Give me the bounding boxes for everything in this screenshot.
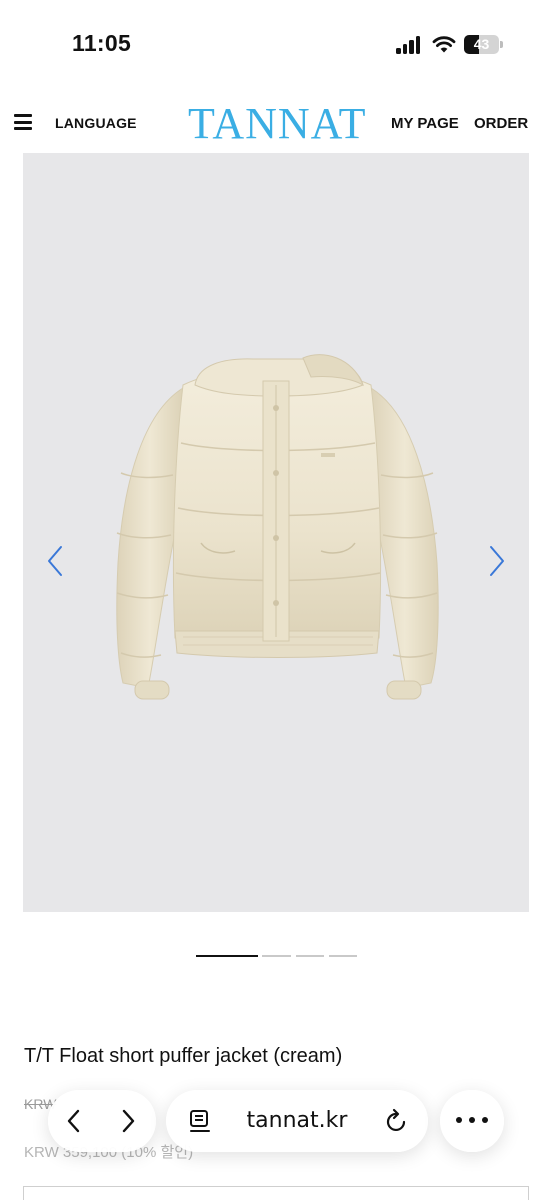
my-page-link[interactable]: MY PAGE xyxy=(391,115,459,132)
carousel-dot[interactable] xyxy=(296,955,324,957)
chevron-right-icon[interactable] xyxy=(483,543,511,579)
address-bar[interactable]: tannat.kr xyxy=(166,1090,428,1152)
battery-level: 43 xyxy=(473,36,490,52)
status-bar: 11:05 43 xyxy=(0,0,552,90)
product-image xyxy=(116,354,439,700)
forward-icon[interactable] xyxy=(114,1105,142,1137)
back-icon[interactable] xyxy=(60,1105,88,1137)
brand-logo[interactable]: TANNAT xyxy=(188,99,366,149)
browser-nav-group xyxy=(48,1090,156,1152)
option-select[interactable] xyxy=(23,1186,529,1200)
order-link[interactable]: ORDER xyxy=(474,115,528,132)
battery-icon: 43 xyxy=(464,35,503,54)
wifi-icon xyxy=(432,36,456,53)
reload-icon[interactable] xyxy=(384,1107,410,1135)
language-link[interactable]: LANGUAGE xyxy=(55,115,137,131)
carousel-pagination xyxy=(0,955,552,959)
product-name: T/T Float short puffer jacket (cream) xyxy=(24,1045,343,1067)
more-icon xyxy=(456,1117,488,1125)
chevron-left-icon[interactable] xyxy=(41,543,69,579)
site-header: LANGUAGE TANNAT MY PAGE ORDER xyxy=(0,95,552,153)
menu-icon[interactable] xyxy=(14,114,32,130)
carousel-dot[interactable] xyxy=(196,955,258,957)
carousel-dot[interactable] xyxy=(329,955,357,957)
product-image-carousel[interactable] xyxy=(23,153,529,912)
more-button[interactable] xyxy=(440,1090,504,1152)
signal-icon xyxy=(396,36,422,54)
status-time: 11:05 xyxy=(72,30,132,56)
carousel-dot[interactable] xyxy=(262,955,291,957)
